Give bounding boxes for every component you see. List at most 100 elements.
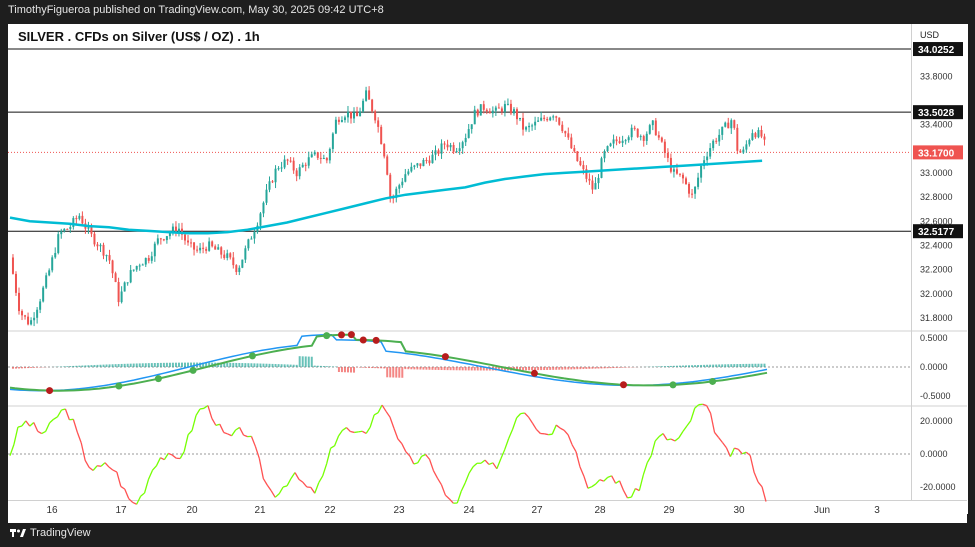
candle-body (497, 107, 500, 109)
oscillator-segment (29, 422, 35, 427)
candle-body (63, 228, 66, 232)
macd-histogram-bar (346, 367, 349, 373)
footer-brand: TradingView (10, 527, 91, 539)
oscillator-segment (199, 407, 205, 410)
macd-histogram-bar (235, 362, 238, 368)
macd-histogram-bar (144, 363, 147, 368)
macd-histogram-bar (600, 367, 603, 369)
macd-histogram-bar (428, 367, 431, 370)
candle-body (727, 122, 730, 129)
macd-histogram-bar (374, 367, 377, 369)
macd-histogram-bar (582, 367, 585, 370)
time-tick-label: 20 (186, 505, 198, 516)
candle-body (537, 120, 540, 122)
candle-body (688, 183, 691, 194)
macd-histogram-bar (712, 364, 715, 368)
oscillator-segment (254, 446, 260, 459)
candle-body (642, 136, 645, 141)
candle-body (413, 165, 416, 167)
candle-body (600, 158, 603, 178)
oscillator-segment (524, 412, 529, 418)
candle-body (407, 171, 410, 175)
candle-body (105, 255, 108, 257)
candle-body (268, 181, 271, 190)
macd-histogram-bar (570, 367, 573, 370)
macd-histogram-bar (724, 364, 727, 368)
candle-body (36, 309, 39, 318)
oscillator-tick-label: -20.0000 (920, 482, 956, 492)
candle-body (247, 239, 250, 249)
candle-body (449, 145, 452, 148)
oscillator-segment (290, 472, 296, 479)
macd-histogram-bar (473, 367, 476, 371)
macd-histogram-bar (78, 365, 81, 368)
candle-body (162, 239, 165, 241)
macd-histogram-bar (675, 365, 678, 368)
macd-histogram-bar (736, 364, 739, 368)
candle-body (99, 244, 102, 247)
candle-body (280, 167, 283, 169)
macd-histogram-bar (27, 367, 30, 369)
candle-body (75, 218, 78, 220)
macd-histogram-bar (310, 356, 313, 368)
candle-body (111, 260, 114, 274)
macd-histogram-bar (241, 363, 244, 368)
oscillator-segment (37, 430, 42, 435)
macd-histogram-bar (434, 367, 437, 370)
macd-histogram-bar (328, 366, 331, 368)
candle-body (238, 267, 241, 273)
macd-histogram-bar (606, 367, 609, 369)
candle-body (748, 139, 751, 145)
macd-histogram-bar (694, 365, 697, 368)
macd-tick-label: -0.5000 (920, 391, 951, 401)
macd-histogram-bar (537, 367, 540, 371)
candle-body (685, 178, 688, 184)
candle-body (446, 144, 449, 148)
candle-body (709, 148, 712, 157)
macd-histogram-bar (132, 363, 135, 368)
macd-histogram-bar (117, 364, 120, 368)
macd-histogram-bar (108, 364, 111, 368)
oscillator-segment (128, 498, 134, 503)
oscillator-segment (333, 435, 340, 447)
macd-cross-dot (669, 381, 677, 389)
macd-cross-dot (441, 353, 449, 361)
candle-body (730, 120, 733, 129)
oscillator-segment (436, 477, 442, 486)
candle-body (721, 126, 724, 135)
oscillator-segment (53, 416, 58, 420)
oscillator-segment (531, 422, 537, 430)
candle-body (14, 273, 17, 293)
candle-body (564, 131, 567, 134)
oscillator-segment (670, 438, 676, 442)
candle-body (515, 109, 518, 120)
candle-body (675, 169, 678, 174)
candle-body (736, 127, 739, 151)
oscillator-segment (516, 413, 522, 419)
macd-cross-dot (189, 366, 197, 374)
macd-histogram-bar (760, 363, 763, 368)
price-tick-label: 33.0000 (920, 168, 953, 178)
candle-body (422, 159, 425, 167)
candle-body (534, 121, 537, 126)
macd-histogram-bar (703, 364, 706, 368)
macd-histogram-bar (585, 367, 588, 369)
candle-body (11, 257, 14, 274)
oscillator-segment (472, 462, 478, 468)
macd-histogram-bar (24, 367, 27, 369)
candle-body (313, 152, 316, 155)
oscillator-segment (155, 457, 161, 467)
candle-body (301, 164, 304, 168)
macd-histogram-bar (21, 367, 24, 369)
macd-histogram-bar (162, 362, 165, 368)
candle-body (298, 167, 301, 177)
oscillator-segment (496, 458, 502, 470)
oscillator-segment (559, 427, 565, 431)
candle-body (452, 145, 455, 152)
time-tick-label: 24 (463, 505, 475, 516)
macd-histogram-bar (443, 367, 446, 371)
candle-body (627, 137, 630, 141)
candle-body (114, 273, 117, 283)
oscillator-segment (421, 453, 426, 457)
candle-body (509, 103, 512, 114)
